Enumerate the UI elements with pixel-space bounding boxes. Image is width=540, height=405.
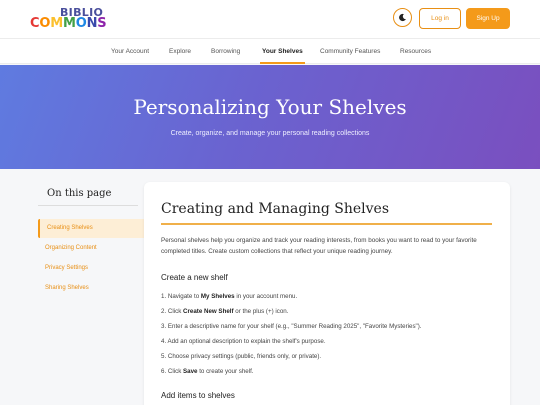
hero-subtitle: Create, organize, and manage your person…: [170, 130, 370, 137]
logo-letter: O: [75, 16, 87, 31]
step-text: 3. Enter a descriptive name for your she…: [161, 323, 422, 330]
create-shelf-steps: 1. Navigate to My Shelves in your accoun…: [161, 293, 422, 383]
login-button[interactable]: Log in: [419, 8, 461, 29]
logo-letter: M: [62, 16, 76, 31]
content-card: Creating and Managing Shelves Personal s…: [144, 182, 510, 405]
step-text: 5. Choose privacy settings (public, frie…: [161, 353, 322, 360]
nav-item-your-shelves[interactable]: Your Shelves: [260, 39, 305, 64]
nav-item-explore[interactable]: Explore: [169, 39, 191, 64]
logo-letter: N: [86, 16, 98, 31]
bibliocommons-logo[interactable]: BIBLIO COMMONS: [30, 7, 107, 31]
step-text: or the plus (+) icon.: [233, 308, 289, 315]
step-text: 6. Click: [161, 368, 184, 375]
step-item: 3. Enter a descriptive name for your she…: [161, 323, 422, 338]
nav-item-your-account[interactable]: Your Account: [111, 39, 149, 64]
step-text: in your account menu.: [234, 293, 298, 300]
step-item: 2. Click Create New Shelf or the plus (+…: [161, 308, 422, 323]
theme-toggle-button[interactable]: [393, 8, 412, 27]
logo-letter: C: [30, 16, 40, 31]
sidebar-item-creating-shelves[interactable]: Creating Shelves: [38, 219, 148, 238]
step-text: 2. Click: [161, 308, 184, 315]
step-text: 4. Add an optional description to explai…: [161, 338, 326, 345]
nav-item-community-features[interactable]: Community Features: [320, 39, 380, 64]
signup-button[interactable]: Sign Up: [466, 8, 510, 29]
sidebar-item-sharing-shelves[interactable]: Sharing Shelves: [38, 279, 148, 298]
nav-item-resources[interactable]: Resources: [400, 39, 431, 64]
create-shelf-heading: Create a new shelf: [161, 273, 228, 282]
step-bold-text: Save: [183, 368, 198, 375]
step-text: to create your shelf.: [197, 368, 254, 375]
top-header: BIBLIO COMMONS Log in Sign Up: [0, 0, 540, 38]
step-bold-text: My Shelves: [200, 293, 235, 300]
section-title: Creating and Managing Shelves: [161, 201, 390, 217]
logo-letter: M: [50, 16, 63, 31]
sidebar-divider: [38, 205, 138, 206]
step-bold-text: Create New Shelf: [183, 308, 234, 315]
logo-bottom-text: COMMONS: [30, 16, 107, 31]
step-text: 1. Navigate to: [161, 293, 201, 300]
hero-banner: Personalizing Your Shelves Create, organ…: [0, 65, 540, 169]
sidebar-title: On this page: [47, 188, 112, 199]
step-item: 4. Add an optional description to explai…: [161, 338, 422, 353]
moon-icon: [399, 13, 406, 22]
logo-letter: O: [39, 16, 51, 31]
sidebar-item-privacy-settings[interactable]: Privacy Settings: [38, 259, 148, 278]
add-items-heading: Add items to shelves: [161, 391, 235, 400]
title-underline: [161, 223, 492, 225]
step-item: 5. Choose privacy settings (public, frie…: [161, 353, 422, 368]
nav-item-borrowing[interactable]: Borrowing: [211, 39, 240, 64]
intro-paragraph: Personal shelves help you organize and t…: [161, 237, 477, 255]
sidebar-item-organizing-content[interactable]: Organizing Content: [38, 239, 148, 258]
step-item: 1. Navigate to My Shelves in your accoun…: [161, 293, 422, 308]
main-nav: Your Account Explore Borrowing Your Shel…: [0, 38, 540, 64]
logo-letter: S: [97, 16, 107, 31]
step-item: 6. Click Save to create your shelf.: [161, 368, 422, 383]
hero-title: Personalizing Your Shelves: [133, 95, 407, 119]
